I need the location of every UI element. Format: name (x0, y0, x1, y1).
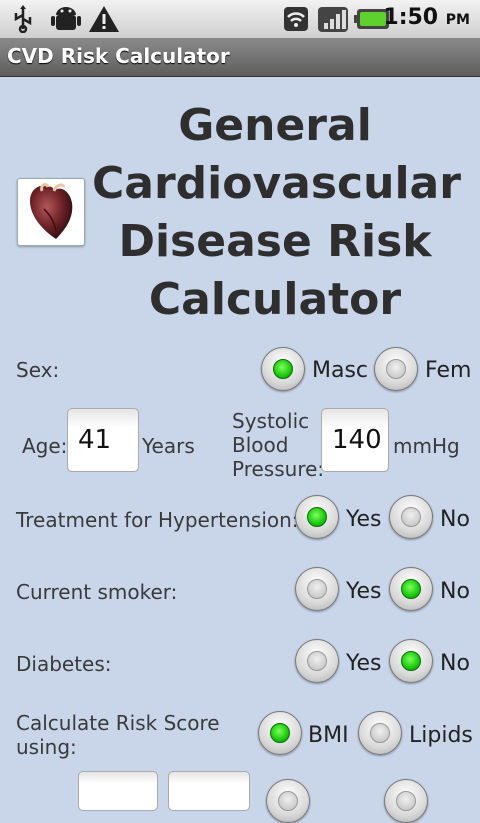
sex-fem-radio[interactable] (374, 347, 418, 391)
risk-lipids-label[interactable]: Lipids (409, 723, 473, 748)
smoker-no-radio[interactable] (389, 567, 433, 611)
unit-option-1-radio[interactable] (266, 779, 310, 823)
heart-image (17, 178, 85, 246)
warning-icon (89, 6, 119, 32)
age-input[interactable]: 41 (67, 408, 139, 472)
hypertension-yes-radio[interactable] (295, 495, 339, 539)
age-unit: Years (142, 434, 195, 458)
smoker-label: Current smoker: (16, 580, 178, 604)
smoker-yes-label[interactable]: Yes (346, 579, 382, 604)
clock: 1:50 PM (383, 5, 470, 30)
risk-method-label: Calculate Risk Score using: (16, 711, 220, 759)
smoker-no-label[interactable]: No (440, 579, 470, 604)
wifi-icon (284, 7, 308, 31)
diabetes-no-radio[interactable] (389, 639, 433, 683)
sbp-label: Systolic Blood Pressure: (232, 409, 325, 481)
risk-lipids-radio[interactable] (358, 711, 402, 755)
unit-option-2-radio[interactable] (384, 779, 428, 823)
sex-masc-radio[interactable] (261, 347, 305, 391)
sex-label: Sex: (16, 358, 60, 382)
hypertension-label: Treatment for Hypertension: (16, 508, 299, 532)
sex-masc-label[interactable]: Masc (312, 358, 368, 383)
risk-bmi-label[interactable]: BMI (308, 723, 349, 748)
risk-bmi-radio[interactable] (258, 711, 302, 755)
diabetes-label: Diabetes: (16, 652, 112, 676)
heart-icon (30, 183, 73, 239)
hypertension-no-label[interactable]: No (440, 507, 470, 532)
hypertension-yes-label[interactable]: Yes (346, 507, 382, 532)
bmi-height-input[interactable] (168, 771, 250, 811)
smoker-yes-radio[interactable] (295, 567, 339, 611)
app-title: CVD Risk Calculator (7, 44, 230, 68)
hypertension-no-radio[interactable] (389, 495, 433, 539)
sbp-input[interactable]: 140 (321, 408, 389, 472)
diabetes-no-label[interactable]: No (440, 651, 470, 676)
android-debug-icon (51, 7, 81, 30)
sex-fem-label[interactable]: Fem (425, 358, 471, 383)
age-label: Age: (22, 434, 68, 458)
diabetes-yes-label[interactable]: Yes (346, 651, 382, 676)
form-content[interactable]: General Cardiovascular Disease Risk Calc… (0, 77, 480, 823)
page-title: General Cardiovascular Disease Risk Calc… (92, 100, 461, 325)
bmi-weight-input[interactable] (78, 771, 158, 811)
sbp-unit: mmHg (393, 434, 460, 458)
usb-icon (14, 5, 32, 33)
app-title-bar: CVD Risk Calculator (0, 38, 480, 77)
status-bar: 1:50 PM (0, 0, 480, 39)
diabetes-yes-radio[interactable] (295, 639, 339, 683)
signal-icon (318, 7, 348, 32)
